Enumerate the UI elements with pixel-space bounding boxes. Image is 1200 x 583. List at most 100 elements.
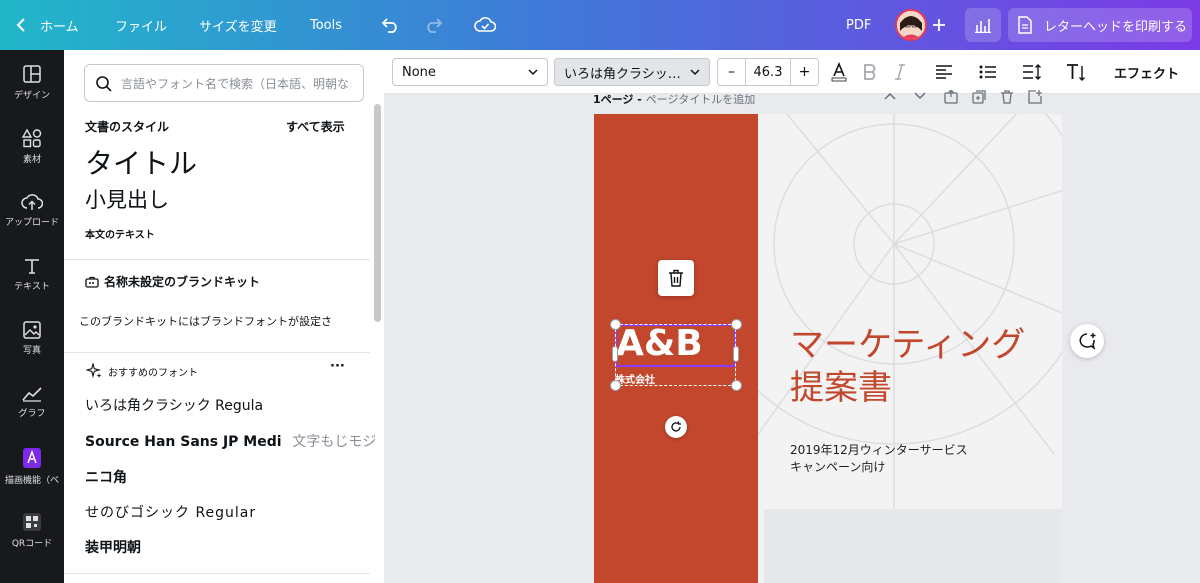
duplicate-page-icon[interactable] (972, 90, 986, 104)
print-letterhead-button[interactable]: レターヘッドを印刷する (1008, 8, 1192, 42)
subtitle-line-2[interactable]: キャンペーン向け (790, 458, 885, 475)
upload-cloud-icon (21, 193, 43, 210)
vertical-text-button[interactable] (1065, 61, 1087, 83)
text-color-icon (831, 62, 847, 82)
text-toolbar: None いろは角クラシッ… – 46.3 + エフェクト (384, 50, 1200, 94)
text-color-button[interactable] (828, 61, 850, 83)
add-page-icon[interactable] (1028, 90, 1042, 104)
text-icon (25, 258, 39, 274)
rail-item-text[interactable]: テキスト (0, 242, 64, 306)
style-select[interactable]: None (392, 58, 548, 86)
search-icon (96, 76, 112, 92)
font-search-input[interactable]: 言語やフォント名で検索（日本語、明朝な (84, 64, 364, 102)
style-title[interactable]: タイトル (85, 142, 197, 182)
style-body[interactable]: 本文のテキスト (85, 226, 155, 241)
redo-icon (427, 18, 442, 33)
redo-button[interactable] (424, 0, 442, 50)
avatar[interactable] (895, 9, 927, 41)
font-item[interactable]: ニコ角 (85, 467, 127, 487)
page-header: 1ページ - ページタイトルを追加 (593, 93, 756, 106)
layout-icon (23, 64, 41, 83)
home-label: ホーム (40, 19, 79, 35)
rail-item-photos[interactable]: 写真 (0, 306, 64, 370)
chevron-up-icon[interactable] (882, 90, 898, 102)
vertical-text-icon (1067, 64, 1085, 81)
rail-item-qr[interactable]: QRコード (0, 498, 64, 562)
rail-item-chart[interactable]: グラフ (0, 370, 64, 434)
rail-item-upload[interactable]: アップロード (0, 178, 64, 242)
divider (64, 259, 370, 260)
top-bar: ホーム ファイル サイズを変更 Tools PDF レターヘッドを印刷する (0, 0, 1200, 50)
trash-icon (669, 269, 683, 287)
resize-handle[interactable] (610, 319, 621, 330)
effects-button[interactable]: エフェクト (1114, 63, 1179, 82)
undo-button[interactable] (382, 0, 400, 50)
element-delete-button[interactable] (658, 260, 694, 296)
bar-chart-icon (975, 19, 991, 33)
qr-icon (23, 512, 41, 531)
font-item[interactable]: せのびゴシック Regular (85, 502, 256, 522)
page-title-input[interactable]: ページタイトルを追加 (646, 93, 756, 106)
italic-button[interactable] (889, 61, 911, 83)
comment-plus-icon (1079, 333, 1096, 350)
group-selection-box (615, 324, 736, 386)
font-family-select[interactable]: いろは角クラシッ… (554, 58, 710, 86)
doc-styles-heading: 文書のスタイル (85, 120, 170, 134)
font-item[interactable]: 装甲明朝 (85, 537, 141, 557)
style-subheading[interactable]: 小見出し (85, 184, 169, 214)
document-icon (1018, 16, 1032, 34)
trash-icon[interactable] (1000, 90, 1014, 104)
pdf-label[interactable]: PDF (846, 0, 871, 50)
add-collaborator-button[interactable] (932, 0, 946, 50)
bullet-list-icon (979, 65, 996, 79)
undo-icon (382, 18, 397, 33)
home-button[interactable]: ホーム (16, 0, 79, 50)
spacing-button[interactable] (1021, 61, 1043, 83)
headline-line-1[interactable]: マーケティング (790, 324, 1025, 366)
panel-scrollbar[interactable] (374, 104, 381, 322)
search-placeholder: 言語やフォント名で検索（日本語、明朝な (121, 76, 350, 91)
brandkit-note: このブランドキットにはブランドフォントが設定さ (79, 315, 332, 328)
add-comment-button[interactable] (1070, 324, 1104, 358)
font-item[interactable]: いろは角クラシック Regula (85, 395, 263, 415)
font-sample: 文字もじモジ (292, 434, 375, 450)
cloud-check-icon (474, 17, 496, 32)
plus-icon (933, 19, 945, 31)
file-menu[interactable]: ファイル (115, 0, 167, 50)
rail-item-draw[interactable]: 描画機能（ベ (0, 434, 64, 498)
subtitle-line-1[interactable]: 2019年12月ウィンターサービス (790, 441, 968, 458)
side-handle[interactable] (612, 346, 618, 362)
insights-button[interactable] (965, 8, 1001, 42)
brandkit-heading: 名称未設定のブランドキット (85, 273, 260, 290)
font-panel: 言語やフォント名で検索（日本語、明朝な 文書のスタイル すべて表示 タイトル 小… (64, 50, 384, 583)
resize-handle[interactable] (731, 319, 742, 330)
rail-item-elements[interactable]: 素材 (0, 114, 64, 178)
more-options-button[interactable]: ··· (330, 359, 345, 374)
font-item[interactable]: Source Han Sans JP Medi 文字もじモジ (85, 431, 375, 451)
rotate-handle[interactable] (665, 416, 687, 438)
font-size-input[interactable]: 46.3 (746, 59, 790, 85)
sparkle-icon (86, 363, 102, 379)
resize-handle[interactable] (610, 380, 621, 391)
headline-line-2[interactable]: 提案書 (790, 367, 892, 409)
font-size-increase-button[interactable]: + (790, 59, 818, 85)
list-button[interactable] (977, 61, 999, 83)
chevron-down-icon[interactable] (912, 90, 928, 102)
left-rail: デザイン 素材 アップロード テキスト 写真 グラフ 描画機能（ベ QRコード (0, 50, 64, 583)
hide-page-icon[interactable] (944, 90, 958, 104)
chevron-left-icon (16, 18, 25, 32)
resize-menu[interactable]: サイズを変更 (199, 0, 277, 50)
show-all-link[interactable]: すべて表示 (286, 118, 345, 135)
resize-handle[interactable] (731, 380, 742, 391)
brand-kit-icon (85, 276, 99, 288)
rail-item-design[interactable]: デザイン (0, 50, 64, 114)
bold-button[interactable] (859, 61, 881, 83)
tools-menu[interactable]: Tools (310, 0, 342, 50)
divider (64, 352, 370, 353)
side-handle[interactable] (733, 346, 739, 362)
chevron-down-icon (528, 69, 538, 76)
font-size-decrease-button[interactable]: – (718, 59, 746, 85)
cloud-save-button[interactable] (474, 0, 496, 50)
align-button[interactable] (933, 61, 955, 83)
italic-icon (895, 64, 905, 80)
